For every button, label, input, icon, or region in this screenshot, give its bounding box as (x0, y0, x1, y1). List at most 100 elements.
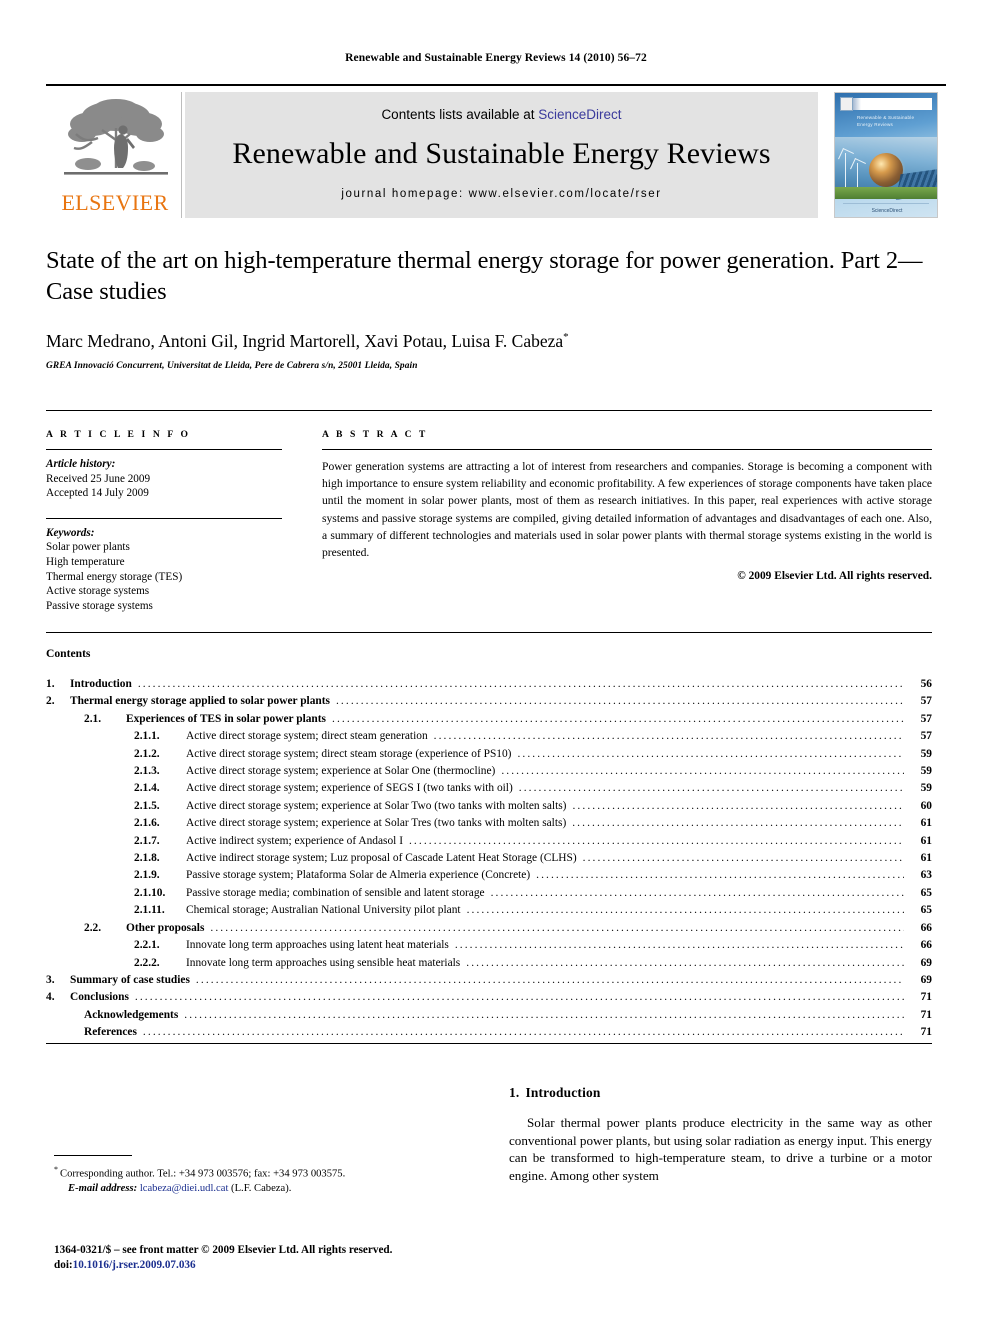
keyword-item: Thermal energy storage (TES) (46, 570, 183, 583)
toc-entry-number: 2.1.6. (134, 817, 160, 830)
toc-entry[interactable]: 2.2. Other proposals.....................… (46, 920, 932, 937)
masthead-band: Contents lists available at ScienceDirec… (185, 92, 818, 218)
email-link[interactable]: lcabeza@diei.udl.cat (140, 1183, 229, 1194)
article-history: Article history: Received 25 June 2009 A… (46, 457, 282, 501)
toc-entry-label: Active direct storage system; experience… (186, 799, 567, 812)
toc-leader-dots: ........................................… (536, 869, 904, 882)
toc-entry-label: References (84, 1026, 137, 1039)
toc-entry[interactable]: 3. Summary of case studies...............… (46, 972, 932, 989)
toc-entry-label: Thermal energy storage applied to solar … (70, 695, 330, 708)
toc-entry-page: 63 (920, 869, 932, 882)
toc-entry-label: Active indirect system; experience of An… (186, 834, 403, 847)
toc-entry[interactable]: 2.1.4. Active direct storage system; expe… (46, 780, 932, 797)
toc-entry-page: 57 (920, 730, 932, 743)
keywords: Keywords: Solar power plants High temper… (46, 526, 282, 614)
toc-entry-label: Active direct storage system; experience… (186, 817, 567, 830)
keyword-item: Solar power plants (46, 541, 130, 554)
toc-entry[interactable]: 2.1.1. Active direct storage system; dire… (46, 728, 932, 745)
toc-entry-page: 60 (920, 799, 932, 812)
toc-entry[interactable]: 2. Thermal energy storage applied to sola… (46, 693, 932, 710)
divider (46, 449, 282, 450)
toc-entry-label: Summary of case studies (70, 973, 190, 986)
issn-copyright-line: 1364-0321/$ – see front matter © 2009 El… (54, 1244, 393, 1256)
toc-entry[interactable]: 2.1.6. Active direct storage system; expe… (46, 815, 932, 832)
contents-heading: Contents (46, 647, 91, 660)
table-of-contents: 1. Introduction..........................… (46, 676, 932, 1042)
toc-entry-page: 57 (920, 695, 932, 708)
toc-entry-page: 65 (920, 886, 932, 899)
toc-leader-dots: ........................................… (134, 991, 904, 1004)
toc-entry-number: 2.1.7. (134, 834, 160, 847)
cover-topbar (841, 98, 932, 110)
toc-entry-label: Innovate long term approaches using late… (186, 939, 449, 952)
cover-footer-text: ScienceDirect (871, 208, 903, 214)
toc-entry[interactable]: 2.1.9. Passive storage system; Plataforma… (46, 867, 932, 884)
toc-leader-dots: ........................................… (466, 956, 904, 969)
footnote-block: * Corresponding author. Tel.: +34 973 003… (54, 1155, 464, 1196)
paper-page: Renewable and Sustainable Energy Reviews… (0, 0, 992, 1323)
keyword-item: High temperature (46, 555, 125, 568)
toc-entry-page: 59 (920, 747, 932, 760)
toc-entry[interactable]: 2.1.7. Active indirect system; experience… (46, 833, 932, 850)
article-history-label: Article history: (46, 458, 116, 470)
introduction-paragraph: Solar thermal power plants produce elect… (509, 1115, 932, 1183)
introduction-title: Introduction (525, 1085, 601, 1100)
toc-leader-dots: ........................................… (195, 973, 904, 986)
keyword-item: Passive storage systems (46, 599, 153, 612)
toc-entry-page: 66 (920, 939, 932, 952)
toc-entry-page: 59 (920, 782, 932, 795)
toc-leader-dots: ........................................… (433, 730, 904, 743)
toc-entry-number: 1. (46, 678, 55, 690)
toc-entry-number: 3. (46, 973, 55, 986)
toc-entry-number: 2.2.1. (134, 939, 160, 952)
sciencedirect-link[interactable]: ScienceDirect (538, 107, 621, 122)
imprint-block: 1364-0321/$ – see front matter © 2009 El… (54, 1243, 474, 1273)
toc-entry[interactable]: Acknowledgements........................… (46, 1007, 932, 1024)
journal-homepage-link[interactable]: journal homepage: www.elsevier.com/locat… (185, 188, 818, 200)
toc-leader-dots: ........................................… (137, 678, 904, 690)
toc-entry[interactable]: 2.1.11. Chemical storage; Australian Nati… (46, 902, 932, 919)
toc-entry-page: 61 (920, 852, 932, 865)
cover-ground (835, 187, 937, 199)
toc-leader-dots: ........................................… (408, 834, 904, 847)
toc-entry[interactable]: 2.1.2. Active direct storage system; dire… (46, 746, 932, 763)
toc-entry[interactable]: 2.1.10. Passive storage media; combinatio… (46, 885, 932, 902)
toc-entry[interactable]: References..............................… (46, 1024, 932, 1041)
toc-entry-label: Passive storage system; Plataforma Solar… (186, 869, 531, 882)
toc-leader-dots: ........................................… (490, 886, 904, 899)
toc-entry[interactable]: 2.2.1. Innovate long term approaches usin… (46, 937, 932, 954)
toc-entry-number: 2.1.3. (134, 765, 160, 778)
introduction-section: 1. Introduction Solar thermal power plant… (509, 1085, 932, 1184)
toc-entry[interactable]: 4. Conclusions...........................… (46, 989, 932, 1006)
toc-entry[interactable]: 2.1.5. Active direct storage system; expe… (46, 798, 932, 815)
toc-entry-number: 2.2.2. (134, 956, 160, 969)
toc-leader-dots: ........................................… (210, 921, 904, 934)
toc-leader-dots: ........................................… (572, 799, 904, 812)
toc-entry-label: Acknowledgements (84, 1008, 179, 1021)
elsevier-logo: ELSEVIER (54, 92, 182, 218)
toc-entry[interactable]: 2.1. Experiences of TES in solar power pl… (46, 711, 932, 728)
corresponding-author-note: * Corresponding author. Tel.: +34 973 003… (54, 1163, 464, 1182)
abstract-copyright: © 2009 Elsevier Ltd. All rights reserved… (737, 570, 932, 583)
toc-entry[interactable]: 2.1.8. Active indirect storage system; Lu… (46, 850, 932, 867)
cover-photo (835, 137, 937, 200)
toc-entry-label: Active direct storage system; direct ste… (186, 747, 512, 760)
keyword-item: Active storage systems (46, 585, 150, 598)
toc-entry-number: 2.1.9. (134, 869, 160, 882)
article-title: State of the art on high-temperature the… (46, 247, 923, 305)
toc-entry-page: 66 (920, 921, 932, 934)
toc-entry-label: Chemical storage; Australian National Un… (186, 904, 461, 917)
abstract-heading: A B S T R A C T (322, 429, 428, 440)
doi-link[interactable]: 10.1016/j.rser.2009.07.036 (73, 1259, 196, 1271)
toc-entry-number: 4. (46, 991, 55, 1004)
toc-entry-page: 57 (920, 712, 932, 725)
toc-entry[interactable]: 1. Introduction..........................… (46, 676, 932, 693)
toc-entry-label: Conclusions (70, 991, 129, 1004)
elsevier-wordmark: ELSEVIER (61, 190, 169, 215)
toc-entry[interactable]: 2.1.3. Active direct storage system; expe… (46, 763, 932, 780)
article-history-item: Received 25 June 2009 (46, 472, 151, 485)
toc-entry-number: 2.1.10. (134, 886, 166, 899)
toc-leader-dots: ........................................… (582, 852, 904, 865)
toc-entry[interactable]: 2.2.2. Innovate long term approaches usin… (46, 955, 932, 972)
toc-entry-number: 2.1.8. (134, 852, 160, 865)
